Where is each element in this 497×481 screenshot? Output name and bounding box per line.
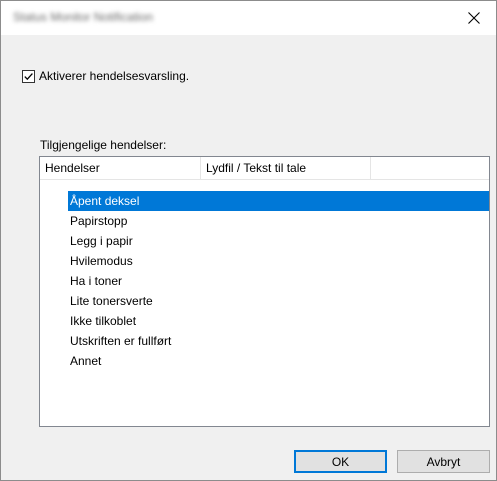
title-bar[interactable]: Status Monitor Notification <box>1 1 496 35</box>
list-item[interactable]: Ikke tilkoblet <box>40 311 489 331</box>
events-list[interactable]: Hendelser Lydfil / Tekst til tale Åpent … <box>39 156 490 427</box>
event-name: Åpent deksel <box>70 194 140 208</box>
enable-notification-label[interactable]: Aktiverer hendelsesvarsling. <box>39 68 189 84</box>
close-icon <box>468 12 480 24</box>
list-item[interactable]: Åpent deksel <box>40 191 489 211</box>
event-name: Ha i toner <box>70 274 123 288</box>
column-header-sound[interactable]: Lydfil / Tekst til tale <box>201 157 371 179</box>
close-button[interactable] <box>452 1 496 35</box>
list-header: Hendelser Lydfil / Tekst til tale <box>40 157 489 180</box>
checkmark-icon <box>24 72 33 80</box>
event-name: Legg i papir <box>70 234 133 248</box>
ok-button[interactable]: OK <box>294 450 387 473</box>
event-name: Papirstopp <box>70 214 128 228</box>
event-name: Utskriften er fullført <box>70 334 172 348</box>
list-item[interactable]: Papirstopp <box>40 211 489 231</box>
window-title: Status Monitor Notification <box>13 10 154 24</box>
list-item[interactable]: Legg i papir <box>40 231 489 251</box>
list-item[interactable]: Hvilemodus <box>40 251 489 271</box>
event-name: Lite tonersverte <box>70 294 153 308</box>
column-header-events[interactable]: Hendelser <box>40 157 201 179</box>
list-item[interactable]: Ha i toner <box>40 271 489 291</box>
list-rows: Åpent deksel Papirstopp Legg i papir Hvilem… <box>40 191 489 371</box>
list-item[interactable]: Utskriften er fullført <box>40 331 489 351</box>
event-name: Hvilemodus <box>70 254 133 268</box>
dialog-window: Status Monitor Notification Aktiverer he… <box>0 0 497 481</box>
enable-notification-checkbox[interactable] <box>22 69 35 83</box>
available-events-label: Tilgjengelige hendelser: <box>40 138 167 152</box>
event-name: Annet <box>70 354 102 368</box>
cancel-button[interactable]: Avbryt <box>397 450 490 473</box>
list-item[interactable]: Lite tonersverte <box>40 291 489 311</box>
event-name: Ikke tilkoblet <box>70 314 137 328</box>
list-item[interactable]: Annet <box>40 351 489 371</box>
enable-notification-row[interactable]: Aktiverer hendelsesvarsling. <box>22 68 189 84</box>
